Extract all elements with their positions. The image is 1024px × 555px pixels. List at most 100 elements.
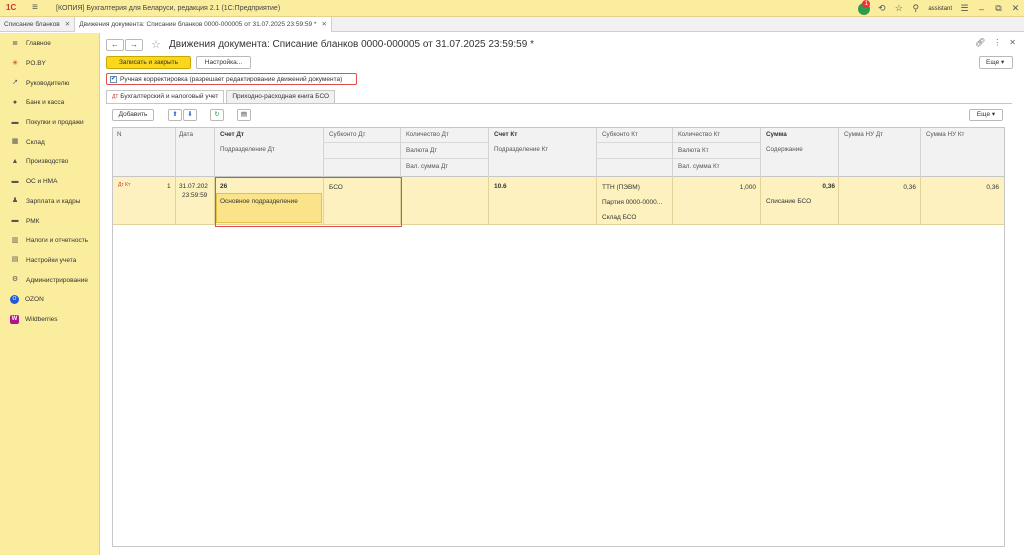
table-more-button[interactable]: Еще ▾: [969, 109, 1003, 121]
trend-icon: ↗: [12, 79, 18, 87]
col-date[interactable]: Дата: [175, 131, 193, 138]
col-content[interactable]: Содержание: [762, 146, 803, 153]
col-dept-kt[interactable]: Подразделение Кт: [490, 146, 548, 153]
sidebar-item-wildberries[interactable]: W Wildberries: [0, 310, 99, 330]
table-header: N Дата Счет Дт Подразделение Дт Субконто…: [113, 128, 1004, 177]
minimize-icon[interactable]: –: [973, 4, 990, 14]
history-icon[interactable]: ⟲: [873, 3, 890, 14]
row-divider: [838, 177, 839, 225]
sidebar-item-warehouse[interactable]: ▦ Склад: [0, 132, 99, 152]
sidebar-item-accounting-settings[interactable]: ▤ Настройки учета: [0, 251, 99, 271]
sidebar-item-purchases[interactable]: ▬ Покупки и продажи: [0, 113, 99, 133]
tab-bso-book[interactable]: Приходно-расходная книга БСО: [226, 90, 336, 103]
col-account-kt[interactable]: Счет Кт: [490, 131, 517, 138]
cell-sum-nu-kt[interactable]: 0,36: [953, 184, 999, 191]
col-cur-sum-kt[interactable]: Вал. сумма Кт: [674, 163, 720, 170]
sidebar-item-rmk[interactable]: ▬ РМК: [0, 211, 99, 231]
open-windows-tabs: Списание бланков ✕ Движения документа: С…: [0, 17, 1024, 32]
back-button[interactable]: ←: [106, 39, 124, 51]
settings-list-icon: ▤: [11, 256, 19, 264]
cell-sum[interactable]: 0,36: [793, 183, 835, 190]
favorites-star-icon[interactable]: ☆: [890, 3, 907, 14]
people-icon: ♟: [11, 197, 19, 205]
sidebar-item-main[interactable]: ≣ Главное: [0, 34, 99, 54]
col-currency-kt[interactable]: Валюта Кт: [674, 147, 709, 154]
col-cur-sum-dt[interactable]: Вал. сумма Дт: [402, 163, 448, 170]
list-icon: ≣: [12, 39, 18, 47]
tab-accounting-tax[interactable]: ДТ Бухгалтерский и налоговый учет: [106, 90, 225, 103]
header-divider: [400, 142, 488, 143]
manual-correction-checkbox-row[interactable]: ✔ Ручная корректировка (разрешает редакт…: [106, 73, 357, 85]
col-divider: [175, 128, 176, 177]
cell-qty-kt[interactable]: 1,000: [713, 184, 756, 191]
link-icon[interactable]: 🔗︎: [975, 38, 985, 47]
col-subconto-kt[interactable]: Субконто Кт: [598, 131, 638, 138]
col-divider: [672, 128, 673, 177]
col-sum-nu-dt[interactable]: Сумма НУ Дт: [840, 131, 883, 138]
username[interactable]: assistant: [928, 6, 952, 12]
col-divider: [214, 128, 215, 177]
save-and-close-button[interactable]: Записать и закрыть: [106, 56, 191, 69]
col-subconto-dt[interactable]: Субконто Дт: [325, 131, 365, 138]
cell-sum-nu-dt[interactable]: 0,36: [873, 184, 916, 191]
col-qty-dt[interactable]: Количество Дт: [402, 131, 449, 138]
move-up-icon[interactable]: ⬆: [168, 109, 182, 121]
settings-button[interactable]: Настройка...: [196, 56, 251, 69]
col-currency-dt[interactable]: Валюта Дт: [402, 147, 437, 154]
cell-date-line1[interactable]: 31.07.202: [179, 183, 208, 190]
sidebar-item-salary[interactable]: ♟ Зарплата и кадры: [0, 192, 99, 212]
sidebar-item-taxes[interactable]: ▥ Налоги и отчетность: [0, 231, 99, 251]
forward-button[interactable]: →: [125, 39, 143, 51]
cell-subconto-kt-1[interactable]: ТТН (ПЭВМ): [602, 184, 640, 191]
cell-date-line2[interactable]: 23:59:59: [182, 192, 207, 199]
sidebar-item-bank[interactable]: ● Банк и касса: [0, 93, 99, 113]
export-icon[interactable]: ▤: [237, 109, 251, 121]
manual-correction-checkbox[interactable]: ✔: [110, 75, 117, 83]
col-divider: [488, 128, 489, 177]
cell-n[interactable]: 1: [167, 183, 171, 190]
tab-close-icon[interactable]: ✕: [65, 17, 70, 32]
col-divider: [838, 128, 839, 177]
sidebar-item-fixed-assets[interactable]: ▬ ОС и НМА: [0, 172, 99, 192]
col-qty-kt[interactable]: Количество Кт: [674, 131, 720, 138]
col-sum-nu-kt[interactable]: Сумма НУ Кт: [922, 131, 964, 138]
accounting-icon: ДТ: [112, 94, 119, 100]
col-divider: [760, 128, 761, 177]
cell-content[interactable]: Списание БСО: [766, 198, 811, 205]
more-button[interactable]: Еще ▾: [979, 56, 1013, 69]
more-label: Еще: [986, 59, 1000, 66]
settings-menu-icon[interactable]: ☰: [956, 3, 973, 14]
row-divider: [488, 177, 489, 225]
cell-account-kt[interactable]: 10.6: [494, 183, 507, 190]
sidebar-item-label: Настройки учета: [26, 256, 77, 264]
close-form-icon[interactable]: ✕: [1009, 38, 1016, 47]
col-account-dt[interactable]: Счет Дт: [216, 131, 244, 138]
col-n[interactable]: N: [113, 131, 122, 138]
sidebar-item-administration[interactable]: ⚙ Администрирование: [0, 270, 99, 290]
main-menu-icon[interactable]: ≡: [32, 3, 42, 13]
favorite-star-icon[interactable]: ☆: [151, 38, 161, 51]
cell-subconto-kt-2[interactable]: Партия 0000-0000...: [602, 199, 662, 206]
move-down-icon[interactable]: ⬇: [183, 109, 197, 121]
gear-icon: ⚙: [11, 276, 19, 284]
sidebar-item-manager[interactable]: ↗ Руководителю: [0, 73, 99, 93]
search-icon[interactable]: ⚲: [907, 3, 924, 14]
cell-subconto-kt-3[interactable]: Склад БСО: [602, 214, 636, 221]
more-vertical-icon[interactable]: ⋮: [993, 38, 1001, 47]
ozon-icon: O: [10, 295, 19, 305]
sidebar-item-ozon[interactable]: O OZON: [0, 290, 99, 310]
col-dept-dt[interactable]: Подразделение Дт: [216, 146, 275, 153]
add-button[interactable]: Добавить: [112, 109, 154, 121]
tab-close-icon[interactable]: ✕: [321, 17, 326, 32]
sidebar-item-production[interactable]: ▲ Производство: [0, 152, 99, 172]
tab-document-movements[interactable]: Движения документа: Списание бланков 000…: [75, 17, 332, 32]
tab-label: Бухгалтерский и налоговый учет: [120, 93, 219, 100]
sidebar-item-poby[interactable]: ✳ PO.BY: [0, 54, 99, 74]
refresh-icon[interactable]: ↻: [210, 109, 224, 121]
restore-icon[interactable]: ⧉: [990, 3, 1007, 14]
col-sum[interactable]: Сумма: [762, 131, 787, 138]
notifications-icon[interactable]: 1: [858, 0, 871, 15]
header-divider: [672, 158, 760, 159]
tab-blank-writeoff[interactable]: Списание бланков ✕: [0, 17, 76, 32]
close-icon[interactable]: ✕: [1007, 3, 1024, 14]
